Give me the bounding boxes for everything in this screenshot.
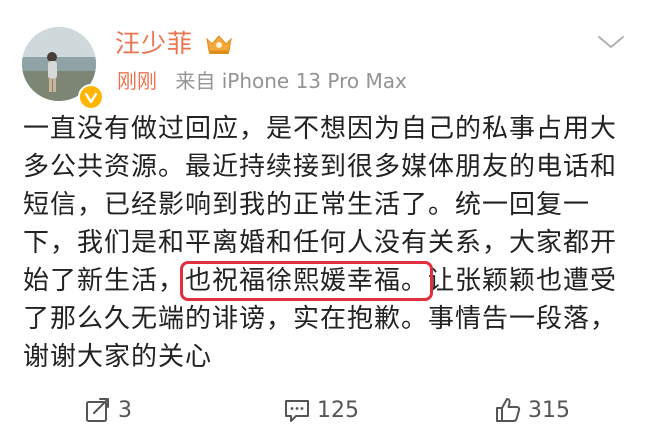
crown-icon[interactable] xyxy=(204,33,234,55)
avatar[interactable] xyxy=(22,27,104,110)
like-button[interactable]: 315 xyxy=(494,392,570,428)
post-meta: 刚刚 来自 iPhone 13 Pro Max xyxy=(117,69,407,93)
comment-icon xyxy=(285,400,309,422)
like-count: 315 xyxy=(528,397,570,423)
post-body: 一直没有做过回应，是不想因为自己的私事占用大多公共资源。最近持续接到很多媒体朋友… xyxy=(23,110,633,376)
author-name[interactable]: 汪少菲 xyxy=(115,29,193,59)
repost-button[interactable]: 3 xyxy=(84,392,132,428)
highlighted-text: 也祝福徐熙媛幸福。 xyxy=(180,261,434,301)
verified-badge-icon xyxy=(78,84,104,110)
post-source: 来自 iPhone 13 Pro Max xyxy=(175,69,407,93)
chevron-down-icon[interactable] xyxy=(596,31,626,53)
repost-count: 3 xyxy=(118,397,132,423)
comment-count: 125 xyxy=(317,397,359,423)
share-icon xyxy=(86,398,109,422)
comment-button[interactable]: 125 xyxy=(283,392,359,428)
weibo-post: 汪少菲 刚刚 来自 iPhone 13 Pro Max 一直没有做过回应，是不想… xyxy=(0,0,654,432)
thumbs-up-icon xyxy=(496,398,521,422)
post-time: 刚刚 xyxy=(117,69,157,93)
action-bar: 3 125 315 xyxy=(0,392,654,428)
